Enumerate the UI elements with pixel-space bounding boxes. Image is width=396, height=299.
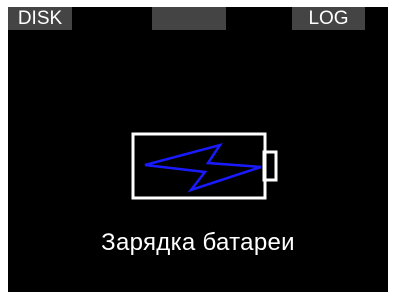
charging-status-text: Зарядка батареи [101, 229, 295, 256]
battery-charging-icon [131, 132, 278, 200]
device-screen: DISK LOG Зарядка батареи [8, 7, 388, 292]
softkey-disk[interactable]: DISK [8, 7, 72, 30]
lightning-bolt-icon [144, 142, 262, 193]
softkey-middle[interactable] [152, 7, 226, 30]
softkey-log[interactable]: LOG [292, 7, 365, 30]
